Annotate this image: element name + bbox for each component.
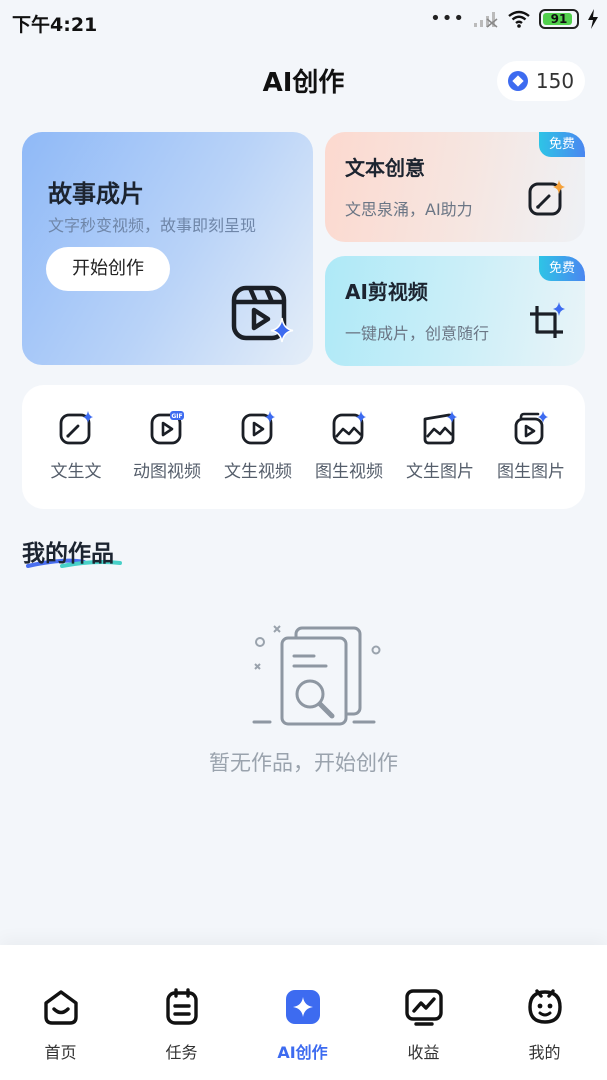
tool-label: 图生视频: [315, 462, 383, 482]
text-to-text-icon: [59, 411, 93, 445]
image-to-video-icon: [332, 411, 366, 445]
pen-sparkle-icon: [528, 180, 565, 216]
profile-icon: [527, 989, 562, 1024]
ai-create-icon: [285, 990, 320, 1024]
text-creative-card[interactable]: 文本创意 文思泉涌，AI助力 免费: [325, 132, 585, 242]
tool-text-to-text[interactable]: 文生文: [30, 409, 122, 489]
wifi-icon: [508, 10, 530, 28]
text-to-image-icon: [423, 411, 457, 445]
gif-video-icon: GIF: [150, 411, 184, 445]
story-video-title: 故事成片: [48, 180, 144, 208]
text-creative-subtitle: 文思泉涌，AI助力: [345, 200, 473, 219]
bottom-navigation: 首页 任务 AI创作 收益 我的: [0, 945, 607, 1080]
start-create-button[interactable]: 开始创作: [46, 247, 170, 291]
tool-label: 文生视频: [224, 462, 292, 482]
diamond-icon: [507, 71, 528, 91]
tool-text-to-image[interactable]: 文生图片: [394, 409, 486, 489]
points-chip[interactable]: 150: [497, 61, 585, 101]
nav-label: AI创作: [277, 1043, 328, 1062]
battery-indicator: 91: [539, 9, 579, 29]
tool-label: 文生文: [50, 462, 102, 482]
nav-label: 收益: [407, 1043, 440, 1062]
home-icon: [43, 990, 78, 1025]
tool-text-to-video[interactable]: 文生视频: [212, 409, 304, 489]
tool-gif-video[interactable]: GIF 动图视频: [121, 409, 213, 489]
film-sparkle-icon: [231, 285, 294, 343]
ai-video-edit-title: AI剪视频: [345, 280, 428, 304]
signal-icon: [474, 12, 498, 28]
nav-label: 我的: [528, 1043, 561, 1062]
task-icon: [165, 988, 198, 1025]
tool-image-to-video[interactable]: 图生视频: [303, 409, 395, 489]
points-value: 150: [535, 69, 575, 93]
empty-works-text: 暂无作品，开始创作: [209, 751, 398, 775]
battery-percent: 91: [550, 12, 568, 26]
nav-profile[interactable]: 我的: [484, 987, 605, 1067]
my-works-title: 我的作品: [22, 541, 114, 567]
nav-ai-create[interactable]: AI创作: [242, 987, 363, 1067]
nav-earnings[interactable]: 收益: [363, 987, 484, 1067]
nav-label: 首页: [44, 1043, 77, 1062]
tool-label: 文生图片: [406, 462, 474, 482]
charging-icon: [588, 9, 598, 29]
nav-label: 任务: [165, 1043, 198, 1062]
image-to-image-icon: [514, 411, 548, 445]
status-time: 下午4:21: [12, 14, 98, 36]
story-video-subtitle: 文字秒变视频，故事即刻呈现: [48, 216, 257, 235]
nav-home[interactable]: 首页: [0, 987, 121, 1067]
tools-panel: 文生文 GIF 动图视频 文生视频 图生视频 文生图片 图生图片: [22, 385, 585, 509]
text-to-video-icon: [241, 411, 275, 445]
ai-video-edit-card[interactable]: AI剪视频 一键成片，创意随行 免费: [325, 256, 585, 366]
tool-label: 图生图片: [497, 462, 565, 482]
text-creative-title: 文本创意: [345, 156, 425, 180]
svg-text:GIF: GIF: [171, 413, 182, 420]
nav-tasks[interactable]: 任务: [121, 987, 242, 1067]
status-dots: •••: [430, 8, 465, 29]
empty-documents-icon: [252, 625, 381, 726]
story-video-card[interactable]: 故事成片 文字秒变视频，故事即刻呈现 开始创作: [22, 132, 313, 365]
status-bar: 下午4:21 ••• 91: [0, 0, 607, 44]
status-icons: ••• 91: [430, 9, 599, 29]
tool-image-to-image[interactable]: 图生图片: [485, 409, 577, 489]
ai-video-edit-subtitle: 一键成片，创意随行: [345, 324, 490, 343]
tool-label: 动图视频: [133, 462, 201, 482]
free-badge: 免费: [539, 256, 585, 281]
ai-create-screen: 下午4:21 ••• 91 AI创作 150 故事成片 文字秒变视频，故事即刻呈…: [0, 0, 607, 1080]
free-badge: 免费: [539, 132, 585, 157]
earnings-icon: [404, 989, 443, 1026]
crop-sparkle-icon: [530, 302, 565, 338]
